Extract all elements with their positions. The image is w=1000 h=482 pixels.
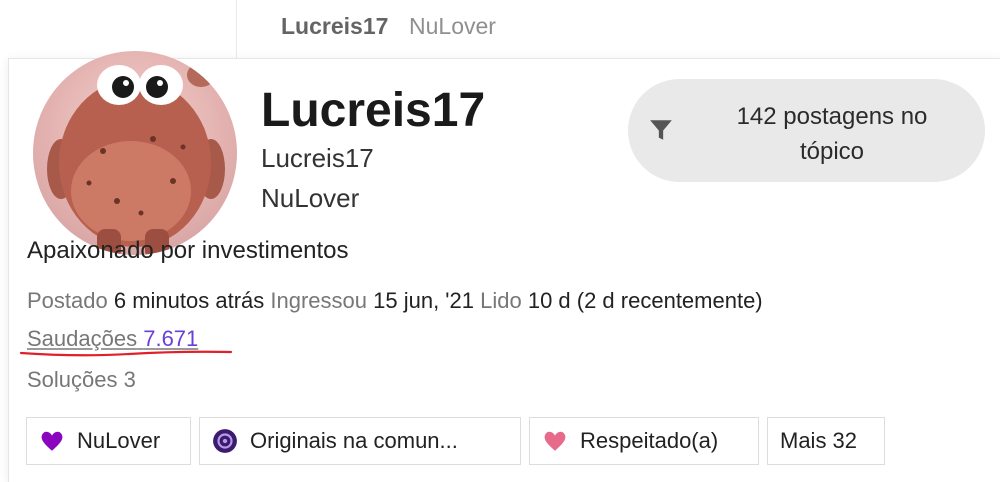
- read-label: Lido: [480, 288, 522, 313]
- user-display-name: Lucreis17: [261, 84, 486, 137]
- user-meta: Postado 6 minutos atrás Ingressou 15 jun…: [27, 288, 763, 314]
- page: Lucreis17 NuLover Lucreis17 Lucreis17 Nu…: [0, 0, 1000, 482]
- joined-label: Ingressou: [270, 288, 368, 313]
- badge-label: Originais na comun...: [250, 428, 458, 453]
- filter-icon: [650, 120, 672, 140]
- solutions-count: Soluções 3: [27, 367, 136, 393]
- more-badges-button[interactable]: Mais 32: [767, 417, 885, 465]
- community-icon: [213, 429, 237, 453]
- post-author-flair: NuLover: [409, 13, 496, 39]
- heart-icon: [41, 431, 63, 451]
- post-author-username[interactable]: Lucreis17: [281, 13, 388, 40]
- avatar[interactable]: [33, 51, 237, 255]
- filter-posts-button[interactable]: 142 postagens no tópico: [628, 79, 985, 182]
- user-card: Lucreis17 Lucreis17 NuLover 142 postagen…: [8, 51, 1000, 482]
- badge-label: NuLover: [77, 428, 161, 453]
- badge-label: Respeitado(a): [580, 428, 719, 453]
- user-bio: Apaixonado por investimentos: [27, 237, 349, 264]
- badge-originais[interactable]: Originais na comun...: [199, 417, 521, 465]
- badge-respeitado[interactable]: Respeitado(a): [529, 417, 759, 465]
- posted-value: 6 minutos atrás: [113, 288, 265, 313]
- solutions-label: Soluções: [27, 367, 118, 392]
- user-username: Lucreis17: [261, 143, 374, 173]
- more-badges-label: Mais 32: [780, 428, 858, 453]
- annotation-underline: [19, 350, 233, 357]
- read-value: 10 d (2 d recentemente): [527, 288, 763, 313]
- user-title: NuLover: [261, 183, 360, 213]
- post-header: Lucreis17 NuLover: [236, 0, 1000, 58]
- heart-icon: [544, 431, 566, 451]
- badge-nulover[interactable]: NuLover: [26, 417, 191, 465]
- avatar-image: [47, 63, 225, 255]
- solutions-value: 3: [123, 367, 136, 392]
- posted-label: Postado: [27, 288, 108, 313]
- joined-value: 15 jun, '21: [373, 288, 474, 313]
- filter-posts-label: 142 postagens no tópico: [736, 103, 928, 165]
